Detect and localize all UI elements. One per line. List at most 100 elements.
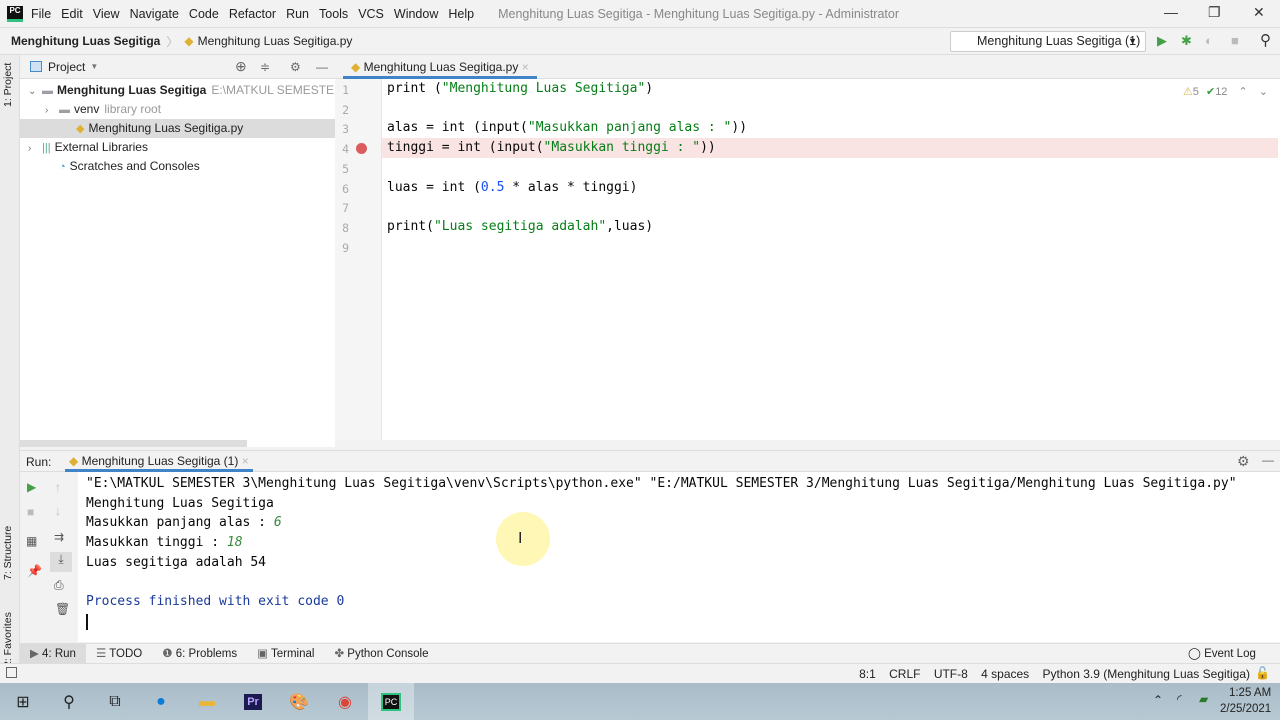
close-tab-icon[interactable]: × <box>522 60 529 74</box>
menu-tools[interactable]: Tools <box>319 7 348 21</box>
chevron-down-icon: ▼ <box>90 62 99 71</box>
tool-tab-icon: ☰ <box>95 647 110 660</box>
soft-wrap-icon[interactable]: ⇉ <box>54 530 64 544</box>
line-number: 7 <box>342 201 349 216</box>
pin-icon[interactable]: 📌 <box>27 564 42 578</box>
tab-editor-file[interactable]: ◆ Menghitung Luas Segitiga.py × <box>343 55 537 79</box>
tool-tab-icon: ▶ <box>30 647 43 660</box>
breadcrumb-file[interactable]: Menghitung Luas Segitiga.py <box>198 34 353 48</box>
event-log-button[interactable]: ◯ Event Log <box>1188 646 1256 660</box>
wifi-icon[interactable]: ◜ <box>1177 692 1182 706</box>
run-tab-label: Menghitung Luas Segitiga (1) <box>81 454 239 468</box>
scroll-to-end-icon[interactable]: ⤓ <box>50 552 72 572</box>
stop-icon[interactable]: ■ <box>27 505 34 519</box>
tree-item[interactable]: ◔ Scratches and Consoles <box>20 157 335 176</box>
chevron-right-icon[interactable]: › <box>45 101 59 120</box>
menu-view[interactable]: View <box>93 7 120 21</box>
next-highlight-icon[interactable]: ⌄ <box>1259 86 1268 98</box>
project-tool-tab[interactable]: 1: Project <box>2 63 14 107</box>
run-tab[interactable]: ◆ Menghitung Luas Segitiga (1) × <box>65 451 253 472</box>
warning-icon: ⚠ <box>1182 86 1193 98</box>
structure-tool-tab[interactable]: 7: Structure <box>2 526 14 580</box>
chevron-right-icon[interactable]: › <box>28 139 42 158</box>
gear-icon[interactable]: ⚙ <box>1237 453 1250 470</box>
up-arrow-icon[interactable]: ↑ <box>55 480 61 494</box>
chevron-down-icon[interactable]: ⌄ <box>28 82 42 101</box>
hide-icon[interactable]: — <box>316 60 328 74</box>
clock[interactable]: 1:25 AM 2/25/2021 <box>1220 685 1271 717</box>
locate-icon[interactable]: ⊕ <box>235 58 247 75</box>
project-view-select[interactable]: Project <box>48 60 85 74</box>
trash-icon[interactable]: 🗑 <box>55 602 70 616</box>
menu-help[interactable]: Help <box>448 7 474 21</box>
favorites-tool-tab[interactable]: 2: Favorites <box>2 612 14 667</box>
menu-file[interactable]: File <box>31 7 51 21</box>
minimize-button[interactable]: — <box>1164 4 1178 20</box>
rerun-icon[interactable]: ▶ <box>27 480 36 494</box>
bottom-tab-problems[interactable]: ❶ 6: Problems <box>152 644 247 665</box>
pycharm-icon[interactable]: PC <box>368 683 414 720</box>
horizontal-scrollbar[interactable] <box>20 440 247 447</box>
clock-date: 2/25/2021 <box>1220 703 1272 715</box>
lock-icon[interactable]: 🔓 <box>1255 666 1270 680</box>
menu-navigate[interactable]: Navigate <box>130 7 179 21</box>
file-explorer-icon[interactable]: ▬ <box>184 683 230 720</box>
inspections-widget[interactable]: ⚠5 ✔12 ⌃ ⌄ <box>1183 85 1268 98</box>
menu-run[interactable]: Run <box>286 7 309 21</box>
bottom-tab-todo[interactable]: ☰ TODO <box>86 644 152 665</box>
menu-window[interactable]: Window <box>394 7 438 21</box>
run-console[interactable]: "E:\MATKUL SEMESTER 3\Menghitung Luas Se… <box>78 472 1280 642</box>
event-log-icon: ◯ <box>1188 648 1201 660</box>
breakpoint-icon[interactable] <box>356 143 367 155</box>
coverage-icon[interactable]: ◐ <box>1205 33 1213 48</box>
toggle-tool-windows-icon[interactable] <box>6 667 17 678</box>
hide-icon[interactable]: — <box>1262 453 1274 467</box>
file-encoding[interactable]: UTF-8 <box>934 667 968 681</box>
edge-icon[interactable]: ● <box>138 683 184 720</box>
run-icon[interactable]: ▶ <box>1157 33 1167 49</box>
code-editor[interactable]: ⚠5 ✔12 ⌃ ⌄ print ("Menghitung Luas Segit… <box>382 79 1280 440</box>
menu-code[interactable]: Code <box>189 7 219 21</box>
tree-item-label: External Libraries <box>54 140 148 154</box>
run-toolbar: ▶ ■ ▦ 📌 ↑ ↓ ⇉ ⤓ ⎙ 🗑 <box>20 472 78 642</box>
down-arrow-icon[interactable]: ↓ <box>55 504 61 518</box>
layout-icon[interactable]: ▦ <box>26 534 37 548</box>
bottom-tab-label: Terminal <box>270 647 315 660</box>
indent-setting[interactable]: 4 spaces <box>981 667 1029 681</box>
chrome-icon[interactable]: ◉ <box>322 683 368 720</box>
windows-start-icon[interactable]: ⊞ <box>0 683 46 720</box>
close-tab-icon[interactable]: × <box>242 454 249 468</box>
paint-icon[interactable]: 🎨 <box>276 683 322 720</box>
menu-vcs[interactable]: VCS <box>358 7 384 21</box>
console-text: Menghitung Luas Segitiga <box>86 495 274 511</box>
battery-icon[interactable]: ▰ <box>1199 692 1208 706</box>
line-separator[interactable]: CRLF <box>889 667 920 681</box>
collapse-all-icon[interactable]: ≑ <box>260 60 270 74</box>
print-icon[interactable]: ⎙ <box>54 578 64 593</box>
premiere-icon[interactable]: Pr <box>230 683 276 720</box>
search-icon[interactable]: ⚲ <box>46 683 92 720</box>
tree-item[interactable]: › ||| External Libraries <box>20 138 335 157</box>
bottom-tab-terminal[interactable]: ▣ Terminal <box>247 644 324 665</box>
maximize-button[interactable]: ❐ <box>1208 4 1221 21</box>
tree-item[interactable]: › ▬ venv library root <box>20 100 335 119</box>
bottom-tab-pythonconsole[interactable]: ✤ Python Console <box>324 644 438 665</box>
caret-position[interactable]: 8:1 <box>859 667 876 681</box>
show-hidden-icons[interactable]: ⌃ <box>1153 693 1163 707</box>
search-icon[interactable]: ⚲ <box>1260 31 1271 49</box>
gear-icon[interactable]: ⚙ <box>290 60 301 74</box>
python-interpreter[interactable]: Python 3.9 (Menghitung Luas Segitiga) <box>1043 667 1250 681</box>
tree-item[interactable]: ⌄ ▬ Menghitung Luas Segitiga E:\MATKUL SEME… <box>20 81 366 101</box>
bottom-tab-run[interactable]: ▶ 4: Run <box>20 643 86 665</box>
breadcrumb-project[interactable]: Menghitung Luas Segitiga <box>11 34 160 48</box>
tree-item[interactable]: ◆ Menghitung Luas Segitiga.py <box>20 119 335 138</box>
menu-refactor[interactable]: Refactor <box>229 7 276 21</box>
run-config-select[interactable]: Menghitung Luas Segitiga (1) ▼ <box>950 31 1146 52</box>
close-window-button[interactable]: ✕ <box>1253 4 1265 21</box>
debug-icon[interactable]: ✱ <box>1181 33 1192 49</box>
previous-highlight-icon[interactable]: ⌃ <box>1239 86 1248 98</box>
stop-icon[interactable]: ■ <box>1231 33 1239 48</box>
console-line: Process finished with exit code 0 <box>86 594 344 609</box>
task-view-icon[interactable]: ⧉ <box>92 683 138 720</box>
menu-edit[interactable]: Edit <box>61 7 83 21</box>
